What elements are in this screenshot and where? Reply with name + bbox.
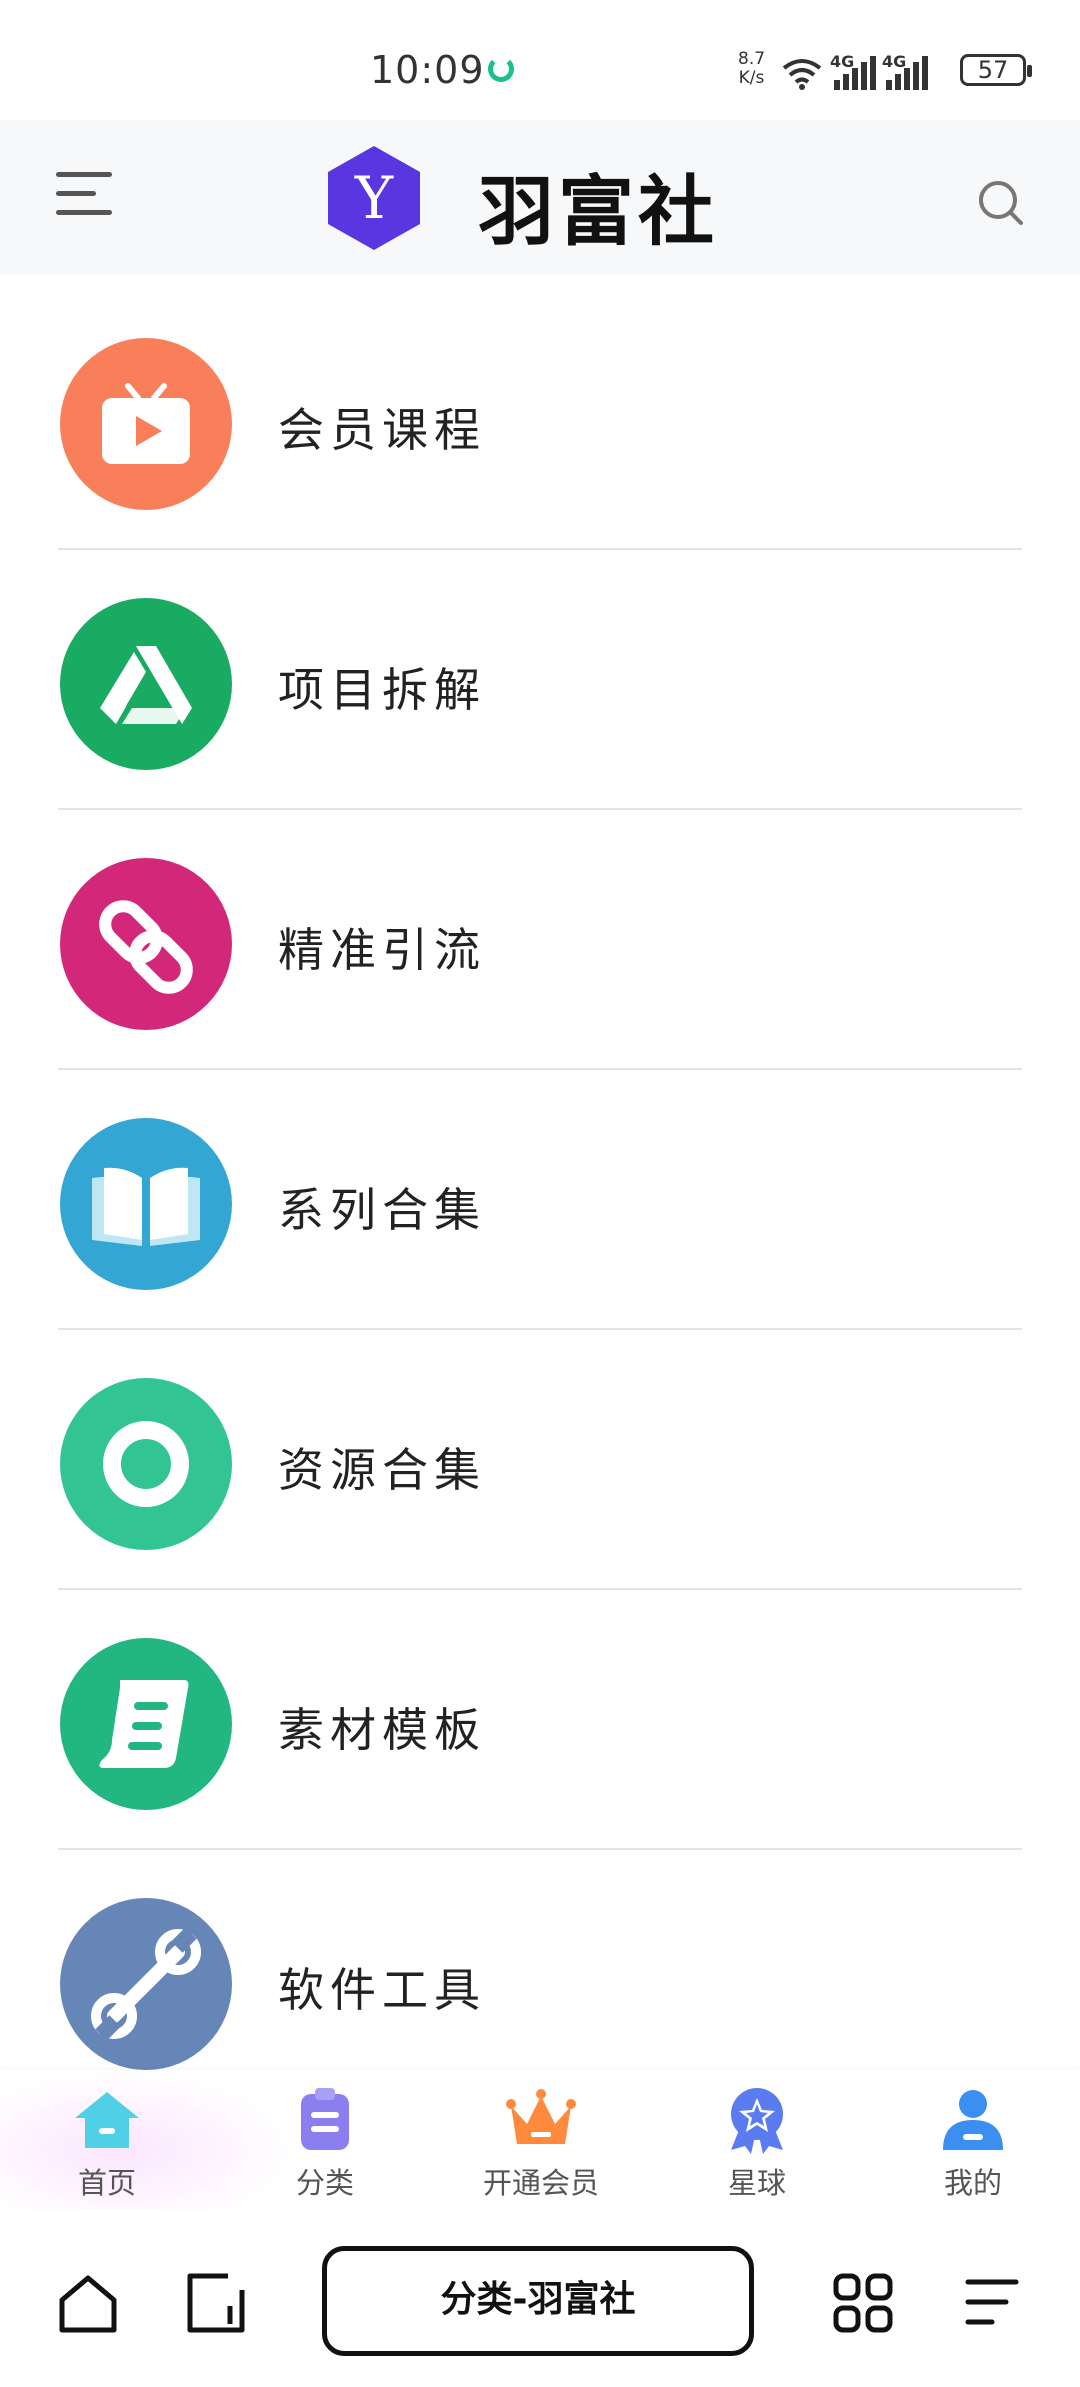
wrench-icon [58, 1896, 234, 2072]
triangle-drive-icon [58, 596, 234, 772]
signal-2-label: 4G [882, 52, 907, 71]
tab-label: 开通会员 [482, 2166, 599, 2200]
user-icon [943, 2090, 1003, 2150]
tab-switcher-icon[interactable] [184, 2272, 246, 2334]
category-item-series-collection[interactable]: 系列合集 [0, 1070, 1080, 1330]
category-list: 会员课程 项目拆解 精准引流 系列合集 资源合集 素材模板 软件工具 [0, 290, 1080, 2070]
category-label: 系列合集 [278, 1183, 486, 1237]
status-icons: 4G 4G [780, 50, 928, 90]
category-label: 会员课程 [278, 403, 486, 457]
tab-planet[interactable]: 星球 [672, 2084, 842, 2204]
logo-letter: Y [354, 164, 394, 232]
apps-grid-icon[interactable] [832, 2272, 894, 2334]
scroll-icon [58, 1636, 234, 1812]
wifi-icon [782, 59, 822, 90]
sync-icon [488, 56, 514, 82]
category-item-material-template[interactable]: 素材模板 [0, 1590, 1080, 1850]
logo-icon: Y [328, 146, 420, 250]
star-badge-icon [731, 2088, 783, 2154]
app-header: Y 羽富社 [0, 120, 1080, 275]
hamburger-menu-icon[interactable] [56, 172, 112, 220]
ring-icon [58, 1376, 234, 1552]
menu-lines-icon[interactable] [962, 2274, 1022, 2330]
clipboard-icon [301, 2088, 349, 2150]
signal-1-icon: 4G [830, 52, 876, 90]
battery-icon: 57 [960, 54, 1032, 86]
network-speed: 8.7 K/s [738, 50, 765, 88]
category-item-precise-traffic[interactable]: 精准引流 [0, 810, 1080, 1070]
bottom-tab-bar: 首页 分类 开通会员 星球 我的 [0, 2070, 1080, 2210]
category-item-project-breakdown[interactable]: 项目拆解 [0, 550, 1080, 810]
search-icon[interactable] [976, 178, 1026, 228]
tab-label: 我的 [943, 2166, 1002, 2200]
status-time: 10:09 [370, 48, 485, 92]
browser-nav-bar: 分类-羽富社 [0, 2210, 1080, 2387]
tab-label: 星球 [727, 2166, 786, 2200]
category-label: 素材模板 [278, 1703, 486, 1757]
tab-label: 首页 [77, 2166, 136, 2200]
tab-category[interactable]: 分类 [240, 2084, 410, 2204]
chain-link-icon [58, 856, 234, 1032]
home-outline-icon[interactable] [56, 2272, 120, 2336]
brand-title: 羽富社 [478, 167, 718, 256]
tab-label: 分类 [295, 2166, 354, 2200]
category-label: 精准引流 [278, 923, 486, 977]
category-label: 资源合集 [278, 1443, 486, 1497]
tv-play-icon [58, 336, 234, 512]
signal-2-icon: 4G [882, 52, 928, 90]
address-bar[interactable]: 分类-羽富社 [322, 2246, 754, 2356]
category-item-resource-collection[interactable]: 资源合集 [0, 1330, 1080, 1590]
network-speed-unit: K/s [738, 68, 765, 88]
tab-mine[interactable]: 我的 [888, 2084, 1058, 2204]
category-item-member-course[interactable]: 会员课程 [0, 290, 1080, 550]
signal-1-label: 4G [830, 52, 855, 71]
category-label: 软件工具 [278, 1963, 486, 2017]
home-icon [75, 2092, 139, 2148]
tab-home[interactable]: 首页 [22, 2084, 192, 2204]
network-speed-value: 8.7 [738, 49, 766, 69]
category-label: 项目拆解 [278, 663, 486, 717]
tab-membership[interactable]: 开通会员 [456, 2084, 626, 2204]
crown-icon [506, 2089, 576, 2144]
open-book-icon [58, 1116, 234, 1292]
status-bar: 10:09 8.7 K/s 4G 4G 57 [0, 0, 1080, 120]
